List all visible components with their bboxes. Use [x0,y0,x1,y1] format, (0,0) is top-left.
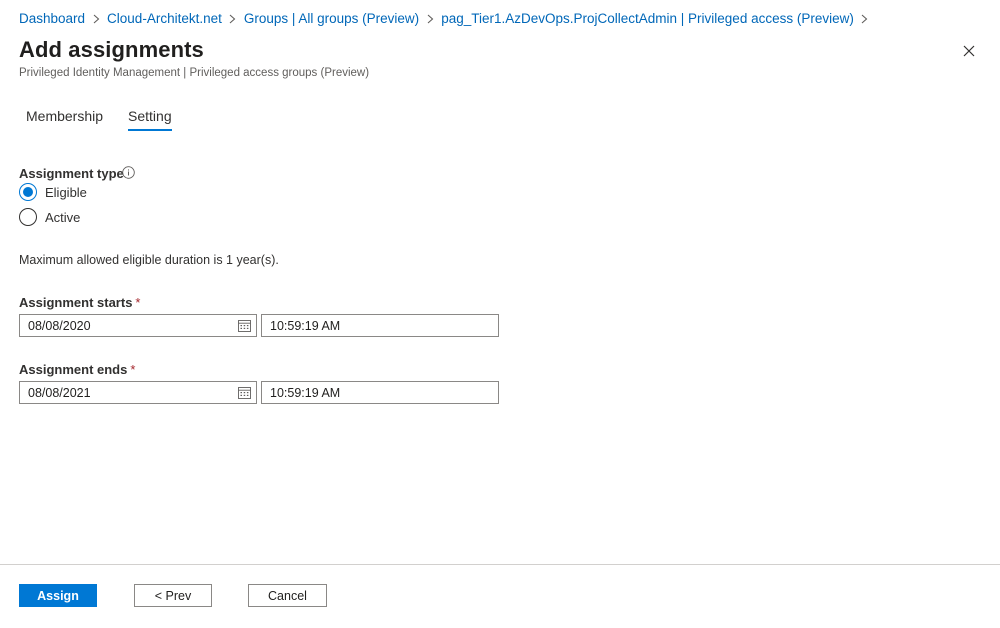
prev-button[interactable]: < Prev [134,584,212,607]
radio-active[interactable]: Active [19,208,80,226]
tab-membership[interactable]: Membership [26,108,103,130]
assign-button[interactable]: Assign [19,584,97,607]
required-mark: * [135,295,141,310]
duration-info-text: Maximum allowed eligible duration is 1 y… [19,253,279,267]
close-button[interactable] [958,40,980,62]
assignment-end-date-value: 08/08/2021 [28,385,91,400]
radio-eligible-label: Eligible [45,184,87,200]
breadcrumb-groups[interactable]: Groups | All groups (Preview) [244,11,419,26]
breadcrumb: Dashboard Cloud-Architekt.net Groups | A… [19,11,876,26]
assignment-type-label: Assignment type [19,166,124,181]
calendar-icon[interactable] [238,319,251,332]
assignment-start-date-value: 08/08/2020 [28,318,91,333]
page-title: Add assignments [19,37,204,62]
radio-selected-dot [23,187,33,197]
assignment-end-time-value: 10:59:19 AM [270,385,341,400]
cancel-button[interactable]: Cancel [248,584,327,607]
info-icon[interactable] [122,166,135,179]
radio-active-label: Active [45,209,81,225]
assignment-start-date-input[interactable]: 08/08/2020 [19,314,257,337]
chevron-right-icon [419,14,441,24]
chevron-right-icon [85,14,107,24]
tab-bar: Membership Setting [26,108,172,131]
close-icon [963,45,975,57]
assignment-end-date-input[interactable]: 08/08/2021 [19,381,257,404]
assignment-starts-label-text: Assignment starts [19,295,133,310]
assignment-ends-label: Assignment ends * [19,362,135,377]
assignment-ends-label-text: Assignment ends [19,362,128,377]
footer-divider [0,564,1000,565]
radio-eligible[interactable]: Eligible [19,183,87,201]
assignment-end-time-input[interactable]: 10:59:19 AM [261,381,499,404]
chevron-right-icon [222,14,244,24]
page-subtitle: Privileged Identity Management | Privile… [19,67,370,79]
radio-active-control[interactable] [19,208,37,226]
assignment-starts-label: Assignment starts * [19,295,140,310]
breadcrumb-group-privileged-access[interactable]: pag_Tier1.AzDevOps.ProjCollectAdmin | Pr… [441,11,854,26]
assignment-start-time-input[interactable]: 10:59:19 AM [261,314,499,337]
radio-eligible-control[interactable] [19,183,37,201]
tab-setting[interactable]: Setting [128,108,172,131]
assignment-start-time-value: 10:59:19 AM [270,318,341,333]
breadcrumb-tenant[interactable]: Cloud-Architekt.net [107,11,222,26]
breadcrumb-dashboard[interactable]: Dashboard [19,11,85,26]
calendar-icon[interactable] [238,386,251,399]
required-mark: * [130,362,136,377]
chevron-right-icon [854,14,876,24]
